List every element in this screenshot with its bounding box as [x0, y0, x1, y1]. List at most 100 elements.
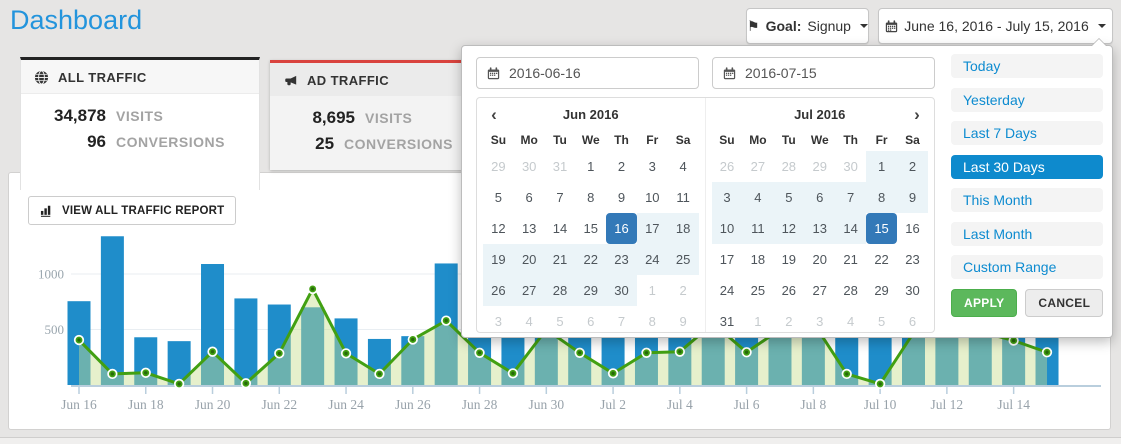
calendar-day-selected[interactable]: 15	[866, 213, 897, 244]
calendar-day[interactable]: 4	[835, 306, 866, 333]
calendar-day[interactable]: 6	[514, 182, 545, 213]
goal-dropdown-button[interactable]: ⚑ Goal: Signup	[746, 8, 869, 44]
calendar-day[interactable]: 22	[866, 244, 897, 275]
calendar-day[interactable]: 7	[545, 182, 576, 213]
calendar-day[interactable]: 8	[637, 306, 668, 333]
calendar-day[interactable]: 18	[742, 244, 773, 275]
calendar-day-selected[interactable]: 16	[606, 213, 637, 244]
calendar-day[interactable]: 23	[897, 244, 928, 275]
calendar-day[interactable]: 7	[835, 182, 866, 213]
calendar-day[interactable]: 27	[514, 275, 545, 306]
calendar-day[interactable]: 29	[866, 275, 897, 306]
calendar-day[interactable]: 24	[637, 244, 668, 275]
calendar-day[interactable]: 28	[835, 275, 866, 306]
calendar-day[interactable]: 21	[545, 244, 576, 275]
calendar-day[interactable]: 2	[668, 275, 699, 306]
calendar-day[interactable]: 11	[742, 213, 773, 244]
calendar-day[interactable]: 10	[712, 213, 743, 244]
calendar-day[interactable]: 10	[637, 182, 668, 213]
card-ad-traffic[interactable]: AD TRAFFIC 8,695 VISITS 25 CONVERSIONS	[270, 60, 466, 170]
calendar-day[interactable]: 24	[712, 275, 743, 306]
calendar-day[interactable]: 25	[668, 244, 699, 275]
bar-Jun 17[interactable]	[101, 236, 124, 385]
range-option-last-7-days[interactable]: Last 7 Days	[951, 121, 1103, 145]
calendar-day[interactable]: 13	[804, 213, 835, 244]
calendar-day[interactable]: 9	[668, 306, 699, 333]
calendar-day[interactable]: 19	[483, 244, 514, 275]
range-option-custom-range[interactable]: Custom Range	[951, 255, 1103, 279]
calendar-day[interactable]: 29	[483, 151, 514, 182]
card-all-traffic[interactable]: ALL TRAFFIC 34,878 VISITS 96 CONVERSIONS	[20, 57, 260, 190]
calendar-day[interactable]: 15	[575, 213, 606, 244]
calendar-day[interactable]: 29	[575, 275, 606, 306]
calendar-day[interactable]: 28	[773, 151, 804, 182]
daterange-dropdown-button[interactable]: June 16, 2016 - July 15, 2016	[878, 8, 1113, 44]
calendar-day[interactable]: 5	[483, 182, 514, 213]
calendar-day[interactable]: 29	[804, 151, 835, 182]
calendar-day[interactable]: 3	[483, 306, 514, 333]
calendar-day[interactable]: 19	[773, 244, 804, 275]
calendar-day[interactable]: 14	[835, 213, 866, 244]
calendar-day[interactable]: 3	[637, 151, 668, 182]
calendar-day[interactable]: 27	[742, 151, 773, 182]
calendar-day[interactable]: 1	[866, 151, 897, 182]
calendar-day[interactable]: 26	[712, 151, 743, 182]
calendar-day[interactable]: 1	[742, 306, 773, 333]
calendar-day[interactable]: 18	[668, 213, 699, 244]
calendar-day[interactable]: 20	[804, 244, 835, 275]
calendar-day[interactable]: 6	[804, 182, 835, 213]
bar-Jun 21[interactable]	[234, 298, 257, 385]
calendar-day[interactable]: 31	[712, 306, 743, 333]
cancel-button[interactable]: CANCEL	[1025, 289, 1103, 317]
calendar-day[interactable]: 2	[606, 151, 637, 182]
range-option-yesterday[interactable]: Yesterday	[951, 88, 1103, 112]
calendar-day[interactable]: 26	[773, 275, 804, 306]
calendar-day[interactable]: 4	[742, 182, 773, 213]
calendar-day[interactable]: 7	[606, 306, 637, 333]
calendar-day[interactable]: 26	[483, 275, 514, 306]
calendar-day[interactable]: 2	[773, 306, 804, 333]
calendar-day[interactable]: 9	[897, 182, 928, 213]
calendar-day[interactable]: 30	[835, 151, 866, 182]
calendar-day[interactable]: 27	[804, 275, 835, 306]
view-all-traffic-report-button[interactable]: VIEW ALL TRAFFIC REPORT	[28, 196, 236, 225]
calendar-day[interactable]: 5	[545, 306, 576, 333]
calendar-day[interactable]: 25	[742, 275, 773, 306]
calendar-day[interactable]: 30	[514, 151, 545, 182]
calendar-day[interactable]: 13	[514, 213, 545, 244]
calendar-day[interactable]: 9	[606, 182, 637, 213]
calendar-day[interactable]: 5	[773, 182, 804, 213]
calendar-day[interactable]: 6	[897, 306, 928, 333]
calendar-day[interactable]: 4	[668, 151, 699, 182]
calendar-day[interactable]: 16	[897, 213, 928, 244]
range-option-this-month[interactable]: This Month	[951, 188, 1103, 212]
calendar-day[interactable]: 11	[668, 182, 699, 213]
calendar-day[interactable]: 1	[637, 275, 668, 306]
calendar-day[interactable]: 12	[483, 213, 514, 244]
range-option-last-month[interactable]: Last Month	[951, 222, 1103, 246]
calendar-day[interactable]: 12	[773, 213, 804, 244]
calendar-day[interactable]: 22	[575, 244, 606, 275]
calendar-day[interactable]: 8	[866, 182, 897, 213]
calendar-day[interactable]: 20	[514, 244, 545, 275]
calendar-day[interactable]: 21	[835, 244, 866, 275]
start-date-input[interactable]: 2016-06-16	[476, 57, 699, 89]
calendar-day[interactable]: 30	[606, 275, 637, 306]
calendar-day[interactable]: 3	[804, 306, 835, 333]
calendar-day[interactable]: 3	[712, 182, 743, 213]
calendar-day[interactable]: 1	[575, 151, 606, 182]
calendar-day[interactable]: 31	[545, 151, 576, 182]
calendar-day[interactable]: 17	[712, 244, 743, 275]
calendar-day[interactable]: 17	[637, 213, 668, 244]
range-option-today[interactable]: Today	[951, 54, 1103, 78]
range-option-last-30-days[interactable]: Last 30 Days	[951, 155, 1103, 179]
calendar-day[interactable]: 6	[575, 306, 606, 333]
calendar-day[interactable]: 2	[897, 151, 928, 182]
calendar-day[interactable]: 23	[606, 244, 637, 275]
calendar-day[interactable]: 5	[866, 306, 897, 333]
calendar-day[interactable]: 14	[545, 213, 576, 244]
calendar-day[interactable]: 28	[545, 275, 576, 306]
apply-button[interactable]: APPLY	[951, 289, 1017, 317]
prev-month-icon[interactable]: ‹	[483, 106, 505, 123]
calendar-day[interactable]: 8	[575, 182, 606, 213]
